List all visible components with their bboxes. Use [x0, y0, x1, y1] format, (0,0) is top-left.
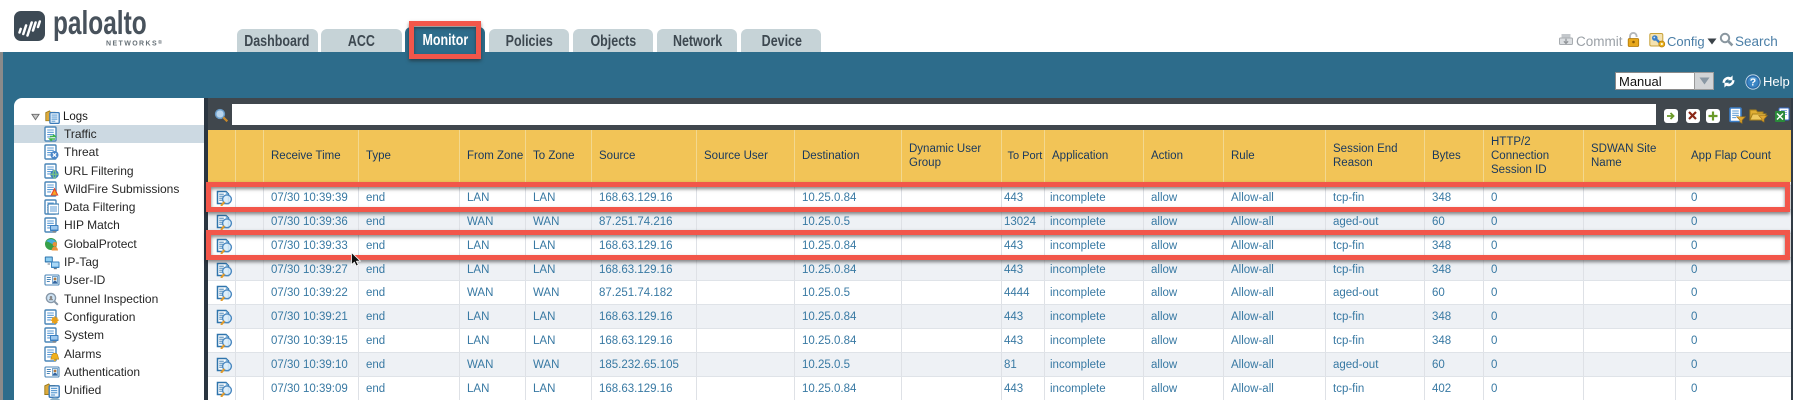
svg-text:?: ?	[1750, 76, 1756, 88]
